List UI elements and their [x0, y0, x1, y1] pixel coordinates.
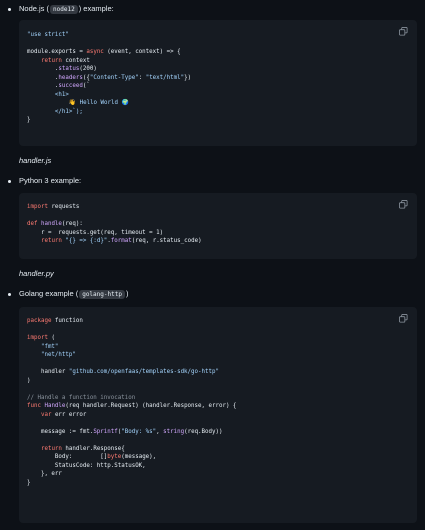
- code-token: import: [27, 335, 48, 341]
- code-content: import requests def handle(req): r = req…: [27, 203, 202, 246]
- code-token: string: [163, 428, 185, 435]
- item-title: Python 3 example:: [19, 176, 82, 185]
- code-token: "{} => {:d}": [65, 238, 108, 244]
- code-token: (message),: [121, 454, 157, 460]
- copy-icon[interactable]: [399, 200, 408, 209]
- code-token: handler.Response{: [61, 445, 125, 452]
- code-block-golang: package function import ( "fmt" "net/htt…: [19, 307, 417, 523]
- bullet: [8, 8, 11, 11]
- code-token: .: [27, 83, 59, 89]
- code-token: func: [27, 403, 41, 409]
- code-token: handle: [37, 221, 62, 227]
- code-token: (req):: [61, 221, 83, 227]
- code-token: succeed: [58, 83, 83, 89]
- code-token: }: [27, 117, 31, 123]
- caption-handler-js: handler.js: [19, 156, 52, 165]
- code-token: "Content-Type": [89, 74, 139, 81]
- code-token: Sprintf: [93, 428, 118, 435]
- code-token: return: [40, 445, 62, 452]
- code-token: (req.Body)): [184, 428, 223, 435]
- code-token: }, err: [27, 471, 62, 477]
- code-token: status: [58, 66, 80, 72]
- code-token: </h1>`);: [27, 108, 83, 115]
- copy-icon[interactable]: [399, 27, 408, 36]
- code-token: (req handler.Request) (handler.Response,…: [65, 403, 237, 409]
- code-token: // Handle a function invocation: [27, 394, 136, 401]
- code-token: .: [27, 74, 59, 81]
- code-token: module.exports =: [27, 49, 87, 55]
- code-token: "text/html": [145, 74, 185, 81]
- copy-icon[interactable]: [399, 314, 408, 323]
- code-token: .: [27, 66, 59, 72]
- code-token: StatusCode: http.StatusOK,: [27, 462, 146, 469]
- code-token: handler: [27, 369, 69, 375]
- item-title-text: Node.js (: [19, 4, 50, 13]
- code-token: return: [40, 57, 62, 64]
- code-token: (: [47, 335, 55, 341]
- code-token: headers: [58, 74, 83, 81]
- code-token: "fmt": [27, 343, 59, 350]
- badge-golang-http: golang-http: [79, 290, 125, 299]
- item-title-suffix: ) example:: [78, 4, 114, 13]
- badge-node12: node12: [50, 5, 78, 14]
- code-token: async: [86, 49, 104, 55]
- list-item-golang: Golang example (golang-http): [8, 289, 128, 300]
- code-token: Body: []: [27, 454, 108, 460]
- code-token: def: [27, 221, 38, 227]
- item-title: Node.js (node12) example:: [19, 4, 114, 15]
- code-token: context: [61, 57, 90, 64]
- code-token: byte: [107, 454, 122, 460]
- code-token: format: [110, 238, 132, 244]
- list-item-python: Python 3 example:: [8, 176, 81, 186]
- list-item-nodejs: Node.js (node12) example:: [8, 4, 114, 15]
- code-token: "net/http": [27, 352, 76, 358]
- code-token: "Body: %s": [121, 428, 157, 435]
- code-token: package: [27, 318, 52, 324]
- item-title-text: Golang example (: [19, 289, 79, 298]
- code-token: "use strict": [27, 32, 69, 38]
- code-block-python: import requests def handle(req): r = req…: [19, 193, 417, 259]
- item-title-suffix: ): [125, 289, 129, 298]
- code-token: var: [40, 411, 52, 418]
- code-token: return: [40, 238, 62, 244]
- item-title: Golang example (golang-http): [19, 289, 128, 300]
- code-token: ({: [82, 74, 90, 81]
- code-token: (`: [82, 83, 90, 89]
- code-token: }): [184, 74, 192, 81]
- code-token: (event, context) => {: [103, 49, 181, 55]
- code-token: err error: [51, 411, 87, 418]
- code-block-nodejs: "use strict" module.exports = async (eve…: [19, 20, 417, 146]
- code-content: "use strict" module.exports = async (eve…: [27, 31, 191, 125]
- code-content: package function import ( "fmt" "net/htt…: [27, 317, 236, 487]
- code-token: :: [138, 74, 146, 81]
- code-token: 👋 Hello World 🌍: [68, 100, 129, 106]
- code-token: requests: [47, 204, 80, 210]
- bullet: [8, 293, 11, 296]
- code-token: (200): [79, 66, 97, 72]
- code-token: function: [51, 318, 83, 324]
- code-token: ): [27, 377, 31, 384]
- code-token: r = requests.get(req, timeout = 1): [27, 229, 164, 236]
- code-token: (req, r.status_code): [131, 238, 202, 244]
- code-token: import: [27, 204, 48, 210]
- caption-handler-py: handler.py: [19, 269, 54, 278]
- code-token: message := fmt.: [27, 428, 94, 435]
- bullet: [8, 179, 11, 183]
- code-token: <h1>: [27, 91, 69, 98]
- code-token: Handle: [40, 403, 66, 409]
- code-token: }: [27, 479, 31, 486]
- code-token: "github.com/openfaas/templates-sdk/go-ht…: [68, 369, 219, 375]
